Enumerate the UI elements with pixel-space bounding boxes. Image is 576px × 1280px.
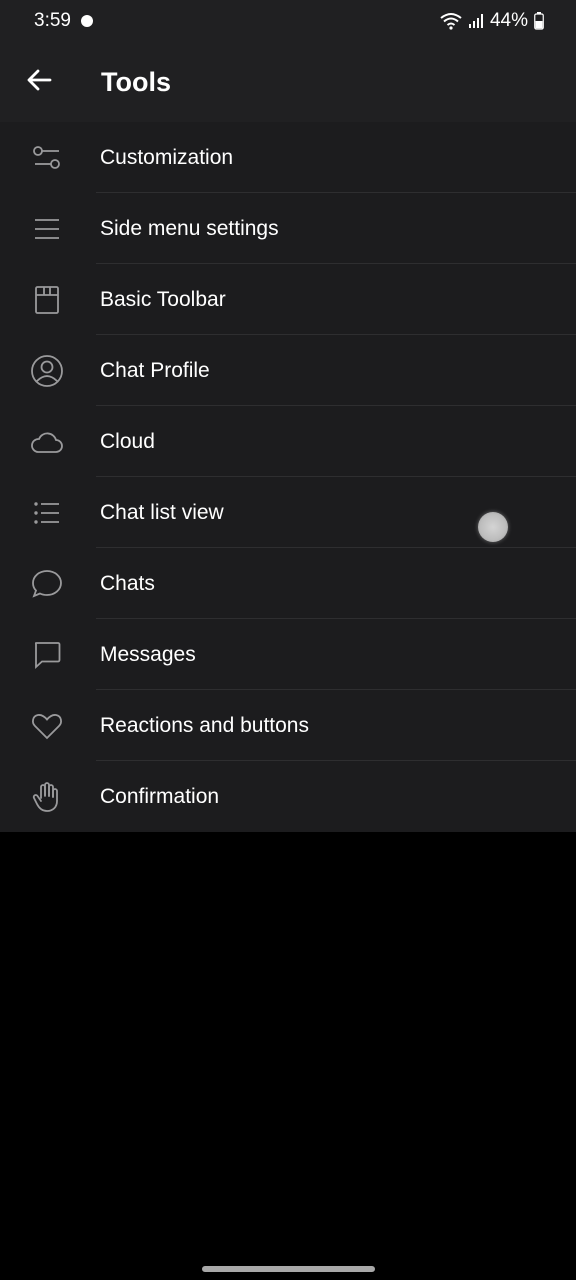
menu-item-label: Cloud: [100, 429, 155, 453]
signal-icon: [468, 13, 484, 29]
message-square-icon: [0, 619, 94, 690]
hamburger-menu-icon: [0, 193, 94, 264]
cloud-icon: [0, 406, 94, 477]
arrow-left-icon: [26, 68, 52, 97]
menu-item-reactions-and-buttons[interactable]: Reactions and buttons: [0, 690, 576, 761]
list-icon: [0, 477, 94, 548]
app-bar: Tools: [0, 42, 576, 122]
menu-item-label: Reactions and buttons: [100, 713, 309, 737]
menu-item-messages[interactable]: Messages: [0, 619, 576, 690]
status-left: 3:59: [34, 10, 93, 32]
menu-item-label: Side menu settings: [100, 216, 279, 240]
home-gesture-bar[interactable]: [202, 1266, 375, 1272]
status-time: 3:59: [34, 10, 71, 31]
touch-indicator: [478, 512, 508, 542]
wifi-icon: [440, 12, 462, 30]
menu-item-label: Chat Profile: [100, 358, 210, 382]
menu-item-label: Messages: [100, 642, 196, 666]
page-title: Tools: [101, 66, 171, 97]
menu-item-cloud[interactable]: Cloud: [0, 406, 576, 477]
battery-percent: 44%: [489, 10, 528, 31]
menu-item-label: Basic Toolbar: [100, 287, 226, 311]
menu-item-customization[interactable]: Customization: [0, 122, 576, 193]
menu-item-label: Customization: [100, 145, 234, 169]
chat-bubble-round-icon: [0, 548, 94, 619]
status-right: 44%: [440, 10, 544, 32]
menu-item-side-menu-settings[interactable]: Side menu settings: [0, 193, 576, 264]
menu-item-chats[interactable]: Chats: [0, 548, 576, 619]
toolbar-icon: [0, 264, 94, 335]
battery-icon: [534, 12, 544, 30]
heart-icon: [0, 690, 94, 761]
menu-item-basic-toolbar[interactable]: Basic Toolbar: [0, 264, 576, 335]
menu-item-label: Chats: [100, 571, 155, 595]
menu-item-confirmation[interactable]: Confirmation: [0, 761, 576, 832]
status-bar: 3:59 44%: [0, 0, 576, 42]
tools-menu-list: Customization Side menu settings Basic T…: [0, 122, 576, 832]
user-circle-icon: [0, 335, 94, 406]
menu-item-label: Confirmation: [100, 784, 220, 808]
menu-item-label: Chat list view: [100, 500, 224, 524]
back-button[interactable]: [0, 42, 78, 122]
hand-icon: [0, 761, 94, 832]
notification-dot-icon: [80, 15, 93, 27]
sliders-icon: [0, 122, 94, 193]
menu-item-chat-profile[interactable]: Chat Profile: [0, 335, 576, 406]
